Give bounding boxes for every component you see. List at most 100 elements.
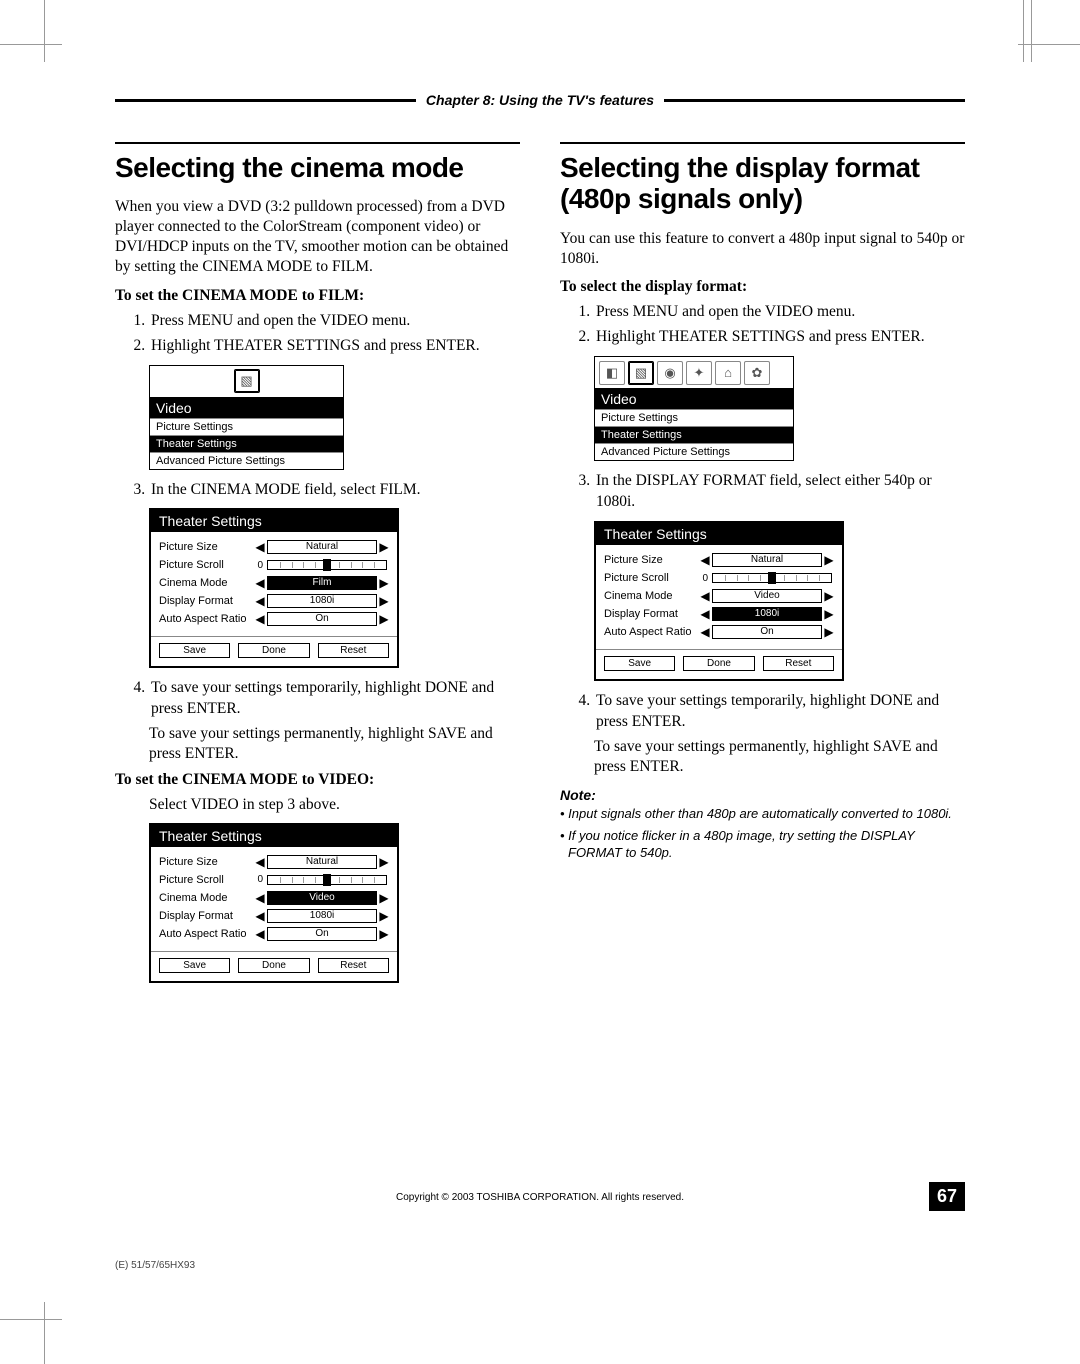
osd-tab-row: ▧ (150, 366, 343, 398)
osd-theater-display-format: Theater Settings Picture Size Natural Pi… (594, 521, 965, 681)
crop-mark (1031, 0, 1032, 62)
field-label: Cinema Mode (159, 577, 255, 589)
video-tab-icon: ▧ (628, 361, 654, 385)
field-value: 1080i (267, 594, 377, 608)
field-value: On (267, 927, 377, 941)
crop-mark (44, 0, 45, 62)
intro-text: When you view a DVD (3:2 pulldown proces… (115, 197, 520, 276)
left-arrow-icon (700, 553, 710, 567)
page-number: 67 (929, 1182, 965, 1211)
left-arrow-icon (255, 909, 265, 923)
field-value: Video (712, 589, 822, 603)
right-arrow-icon (824, 607, 834, 621)
notes-list: Input signals other than 480p are automa… (560, 805, 965, 862)
osd-button: Save (159, 643, 230, 658)
section-heading-display-format: Selecting the display format (480p signa… (560, 142, 965, 215)
section-heading-cinema: Selecting the cinema mode (115, 142, 520, 183)
osd-field-row: Cinema Mode Video (604, 587, 834, 605)
left-arrow-icon (255, 927, 265, 941)
step-item: Highlight THEATER SETTINGS and press ENT… (149, 336, 520, 357)
field-value: Natural (267, 855, 377, 869)
copyright-text: Copyright © 2003 TOSHIBA CORPORATION. Al… (115, 1192, 965, 1203)
osd-field-row: Cinema Mode Film (159, 574, 389, 592)
menu-tab-icon: ⌂ (715, 361, 741, 385)
step-continuation: To save your settings permanently, highl… (594, 737, 965, 777)
field-label: Display Format (159, 595, 255, 607)
osd-field-row: Display Format 1080i (604, 605, 834, 623)
left-arrow-icon (255, 612, 265, 626)
osd-button: Reset (763, 656, 834, 671)
step-item: To save your settings temporarily, highl… (149, 678, 520, 720)
right-arrow-icon (379, 540, 389, 554)
step-item: Press MENU and open the VIDEO menu. (149, 311, 520, 332)
left-arrow-icon (255, 594, 265, 608)
osd-title: Theater Settings (151, 510, 397, 532)
field-label: Cinema Mode (159, 892, 255, 904)
crop-mark (44, 1302, 45, 1364)
osd-field-row: Picture Scroll 0 (159, 871, 389, 889)
steps-list: To save your settings temporarily, highl… (594, 691, 965, 733)
field-label: Picture Size (159, 541, 255, 553)
osd-field-row: Display Format 1080i (159, 592, 389, 610)
osd-title: Theater Settings (151, 825, 397, 847)
page-content: Chapter 8: Using the TV's features Selec… (115, 92, 965, 993)
field-value: 1080i (267, 909, 377, 923)
osd-button: Reset (318, 643, 389, 658)
osd-button-row: Save Done Reset (151, 951, 397, 981)
slider (712, 573, 832, 583)
steps-list: Press MENU and open the VIDEO menu. High… (594, 302, 965, 348)
osd-row-highlighted: Theater Settings (595, 426, 793, 443)
field-label: Picture Scroll (159, 874, 255, 886)
crop-mark (0, 1319, 62, 1320)
step-item: Highlight THEATER SETTINGS and press ENT… (594, 327, 965, 348)
osd-field-row: Cinema Mode Video (159, 889, 389, 907)
right-arrow-icon (379, 612, 389, 626)
video-tab-icon: ▧ (234, 369, 260, 393)
osd-field-row: Auto Aspect Ratio On (604, 623, 834, 641)
field-value: 0 (700, 573, 710, 584)
field-value: Natural (712, 553, 822, 567)
osd-tab-row: ◧ ▧ ◉ ✦ ⌂ ✿ (595, 357, 793, 389)
osd-button: Done (238, 643, 309, 658)
right-arrow-icon (379, 927, 389, 941)
instruction-heading: To set the CINEMA MODE to VIDEO: (115, 771, 520, 789)
field-label: Auto Aspect Ratio (159, 613, 255, 625)
slider (267, 875, 387, 885)
crop-mark (1018, 44, 1080, 45)
instruction-heading: To select the display format: (560, 278, 965, 296)
field-value: On (712, 625, 822, 639)
osd-field-row: Picture Scroll 0 (604, 569, 834, 587)
slider-thumb (768, 572, 776, 584)
left-arrow-icon (700, 607, 710, 621)
menu-tab-icon: ✦ (686, 361, 712, 385)
left-arrow-icon (255, 855, 265, 869)
menu-tab-icon: ◧ (599, 361, 625, 385)
chapter-title: Chapter 8: Using the TV's features (416, 92, 664, 108)
step-continuation: To save your settings permanently, highl… (149, 724, 520, 764)
osd-field-row: Picture Size Natural (159, 538, 389, 556)
left-arrow-icon (700, 589, 710, 603)
field-value: 0 (255, 560, 265, 571)
note-item: If you notice flicker in a 480p image, t… (560, 827, 965, 862)
slider-thumb (323, 559, 331, 571)
crop-mark (1023, 0, 1024, 62)
slider (267, 560, 387, 570)
note-item: Input signals other than 480p are automa… (560, 805, 965, 823)
osd-row-highlighted: Theater Settings (150, 435, 343, 452)
right-arrow-icon (379, 909, 389, 923)
osd-field-row: Display Format 1080i (159, 907, 389, 925)
menu-tab-icon: ✿ (744, 361, 770, 385)
steps-list: In the CINEMA MODE field, select FILM. (149, 480, 520, 501)
field-label: Display Format (604, 608, 700, 620)
field-label: Picture Size (159, 856, 255, 868)
right-arrow-icon (824, 589, 834, 603)
step-item: In the DISPLAY FORMAT field, select eith… (594, 471, 965, 513)
field-label: Auto Aspect Ratio (159, 928, 255, 940)
osd-row: Advanced Picture Settings (150, 452, 343, 469)
field-label: Cinema Mode (604, 590, 700, 602)
osd-button-row: Save Done Reset (151, 636, 397, 666)
model-footnote: (E) 51/57/65HX93 (115, 1260, 195, 1271)
right-arrow-icon (379, 594, 389, 608)
osd-field-row: Picture Size Natural (159, 853, 389, 871)
intro-text: You can use this feature to convert a 48… (560, 229, 965, 269)
